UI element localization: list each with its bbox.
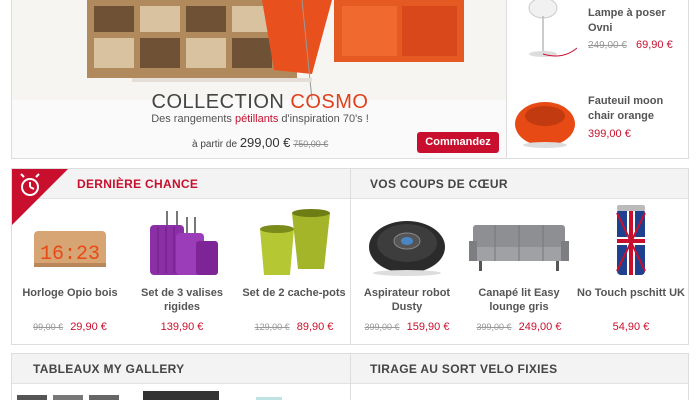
side-product-new-price: 399,00 € bbox=[588, 128, 631, 140]
lamp-image bbox=[528, 0, 577, 57]
robot-vacuum-image bbox=[369, 221, 445, 276]
gallery-thumbnail[interactable] bbox=[53, 395, 83, 400]
product-new-price: 249,00 € bbox=[518, 321, 562, 333]
hero-price-value: 299,00 € bbox=[239, 135, 291, 150]
hero-banner[interactable]: COLLECTION COSMO Des rangements pétillan… bbox=[11, 0, 507, 159]
side-product-price: 249,00 € 69,90 € bbox=[588, 39, 673, 51]
gallery-title: TABLEAUX MY GALLERY bbox=[33, 362, 185, 376]
gallery-panel: TABLEAUX MY GALLERY bbox=[11, 353, 351, 400]
sofa-bed-image bbox=[469, 225, 569, 271]
clock-product-image: 16:23 bbox=[34, 231, 106, 267]
product-new-price: 29,90 € bbox=[70, 321, 107, 333]
hero-subtitle: Des rangements pétillants d'inspiration … bbox=[12, 113, 506, 125]
hero-subtitle-highlight: pétillants bbox=[234, 113, 279, 125]
hero-subtitle-2: d'inspiration 70's ! bbox=[278, 113, 369, 125]
product-old-price: 399,00 € bbox=[476, 322, 512, 332]
hero-price: à partir de 299,00 € 750,00 € bbox=[192, 135, 328, 150]
hero-title-accent: COSMO bbox=[290, 91, 369, 113]
side-product-lamp[interactable]: Lampe à poser Ovni 249,00 € 69,90 € bbox=[507, 0, 689, 80]
product-old-price: 99,00 € bbox=[33, 322, 64, 332]
chair-image bbox=[515, 102, 575, 148]
hero-old-price: 750,00 € bbox=[293, 139, 329, 149]
product-card[interactable]: Canapé lit Easy lounge gris 399,00 € 249… bbox=[463, 199, 575, 333]
hero-title-plain: COLLECTION bbox=[151, 91, 291, 113]
favorites-panel: VOS COUPS DE CŒUR Aspirateur robot Dusty… bbox=[351, 168, 689, 345]
product-card[interactable]: Aspirateur robot Dusty 399,00 € 159,90 € bbox=[351, 199, 463, 333]
product-old-price: 129,00 € bbox=[254, 322, 290, 332]
product-card[interactable]: Set de 3 valises rigides 139,90 € bbox=[126, 199, 238, 333]
gallery-thumbnail[interactable] bbox=[89, 395, 119, 400]
uk-can-image bbox=[616, 205, 646, 275]
product-price: 54,90 € bbox=[575, 321, 687, 333]
gallery-thumbnail[interactable] bbox=[17, 395, 47, 400]
draw-panel: TIRAGE AU SORT VELO FIXIES bbox=[351, 353, 689, 400]
product-new-price: 139,90 € bbox=[160, 321, 204, 333]
last-chance-title: DERNIÈRE CHANCE bbox=[77, 177, 199, 191]
favorites-title: VOS COUPS DE CŒUR bbox=[370, 177, 508, 191]
hero-price-prefix: à partir de bbox=[192, 139, 240, 150]
product-price: 99,00 € 29,90 € bbox=[14, 321, 126, 333]
product-card[interactable]: 16:23 Horloge Opio bois 99,00 € 29,90 € bbox=[14, 199, 126, 333]
planter-product-image bbox=[260, 209, 330, 275]
order-button[interactable]: Commandez bbox=[417, 132, 499, 153]
side-product-old-price: 249,00 € bbox=[588, 40, 627, 51]
hero-subtitle-1: Des rangements bbox=[151, 113, 235, 125]
hero-title: COLLECTION COSMO bbox=[12, 91, 506, 114]
product-new-price: 89,90 € bbox=[296, 321, 334, 333]
product-price: 129,00 € 89,90 € bbox=[238, 321, 350, 333]
last-chance-panel: DERNIÈRE CHANCE 16:23 Horloge Opio bois … bbox=[11, 168, 351, 345]
side-product-name[interactable]: Lampe à poser Ovni bbox=[588, 6, 686, 36]
hero-image bbox=[12, 0, 506, 100]
product-price: 399,00 € 249,00 € bbox=[463, 321, 575, 333]
product-price: 399,00 € 159,90 € bbox=[351, 321, 463, 333]
product-card[interactable]: No Touch pschitt UK 54,90 € bbox=[575, 199, 687, 333]
gallery-thumbnail[interactable] bbox=[143, 391, 219, 400]
product-new-price: 54,90 € bbox=[612, 321, 650, 333]
side-product-chair[interactable]: Fauteuil moon chair orange 399,00 € bbox=[507, 80, 689, 159]
product-name[interactable]: Set de 3 valises rigides bbox=[128, 286, 236, 314]
product-card[interactable]: Set de 2 cache-pots 129,00 € 89,90 € bbox=[238, 199, 350, 333]
clock-display: 16:23 bbox=[40, 243, 100, 266]
product-old-price: 399,00 € bbox=[364, 322, 400, 332]
product-price: 139,90 € bbox=[126, 321, 238, 333]
product-new-price: 159,90 € bbox=[406, 321, 450, 333]
side-product-price: 399,00 € bbox=[588, 128, 631, 140]
product-name[interactable]: Horloge Opio bois bbox=[16, 286, 124, 300]
product-name[interactable]: Canapé lit Easy lounge gris bbox=[465, 286, 573, 314]
side-products: Lampe à poser Ovni 249,00 € 69,90 € Faut… bbox=[507, 0, 689, 159]
side-product-new-price: 69,90 € bbox=[636, 39, 673, 51]
luggage-product-image bbox=[150, 211, 218, 275]
side-product-name[interactable]: Fauteuil moon chair orange bbox=[588, 94, 686, 124]
product-name[interactable]: Aspirateur robot Dusty bbox=[353, 286, 461, 314]
product-name[interactable]: Set de 2 cache-pots bbox=[240, 286, 348, 300]
product-name[interactable]: No Touch pschitt UK bbox=[577, 286, 685, 300]
draw-title: TIRAGE AU SORT VELO FIXIES bbox=[370, 362, 558, 376]
